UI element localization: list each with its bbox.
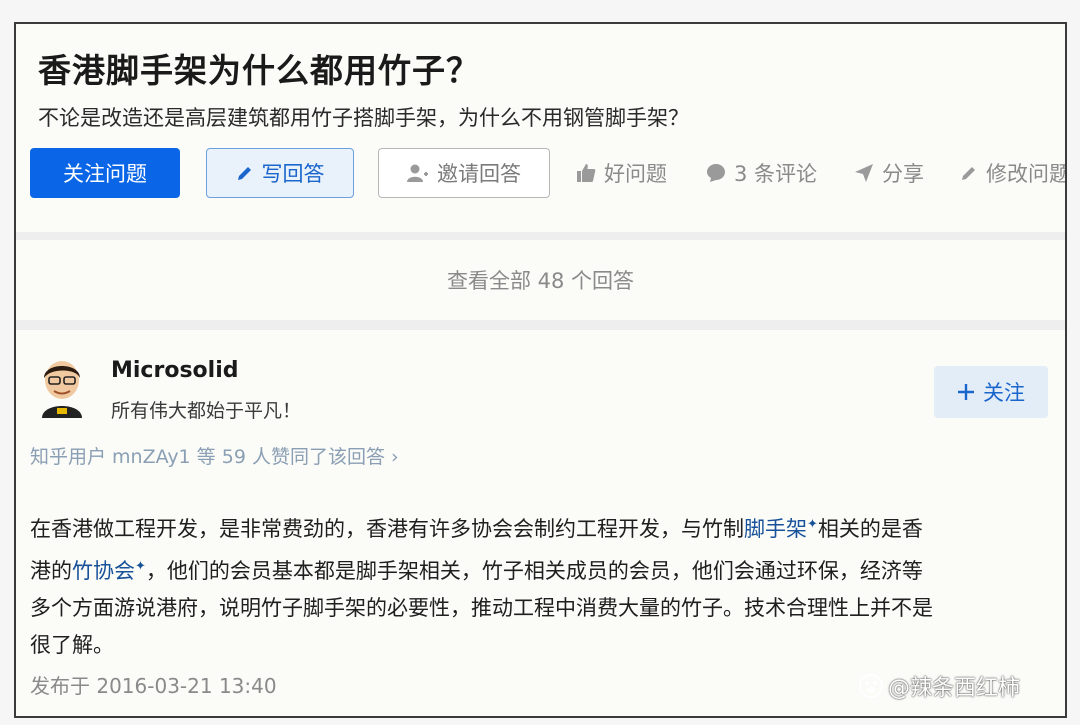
divider	[16, 232, 1065, 240]
answer-line: 很了解。	[30, 633, 114, 657]
divider	[16, 320, 1065, 330]
share-label: 分享	[882, 162, 924, 186]
voters-summary-link[interactable]: 知乎用户 mnZAy1 等 59 人赞同了该回答 ›	[30, 442, 399, 469]
follow-author-label: 关注	[983, 381, 1025, 405]
answer-line: 多个方面游说港府，说明竹子脚手架的必要性，推动工程中消费大量的竹子。技术合理性上…	[30, 596, 933, 620]
answer-line: 港的竹协会✦，他们的会员基本都是脚手架相关，竹子相关成员的会员，他们会通过环保，…	[30, 548, 1050, 590]
question-title[interactable]: 香港脚手架为什么都用竹子？	[38, 44, 480, 92]
pencil-icon	[960, 164, 978, 182]
author-bio: 所有伟大都始于平凡！	[111, 400, 302, 422]
question-card: 香港脚手架为什么都用竹子？ 不论是改造还是高层建筑都用竹子搭脚手架，为什么不用钢…	[16, 24, 1065, 232]
thumbs-up-icon	[576, 163, 596, 183]
write-answer-label: 写回答	[261, 162, 325, 186]
scaffold-link[interactable]: 脚手架	[744, 517, 807, 541]
share-button[interactable]: 分享	[854, 148, 924, 198]
answer-text: 在香港做工程开发，是非常费劲的，香港有许多协会会制约工程开发，与竹制	[30, 517, 744, 541]
edit-question-label: 修改问题	[986, 162, 1067, 186]
sparkle-icon: ✦	[807, 517, 818, 532]
invite-answer-button[interactable]: 邀请回答	[378, 148, 550, 198]
invite-answer-label: 邀请回答	[437, 162, 521, 186]
watermark: @辣条西红柿	[858, 670, 1020, 702]
comment-bubble-icon	[706, 163, 726, 183]
answer-text: 港的	[30, 559, 72, 583]
write-answer-button[interactable]: 写回答	[206, 148, 354, 198]
question-detail: 不论是改造还是高层建筑都用竹子搭脚手架，为什么不用钢管脚手架？	[38, 106, 689, 130]
watermark-text: @辣条西红柿	[888, 676, 1021, 701]
author-name[interactable]: Microsolid	[111, 358, 238, 383]
add-user-icon	[407, 163, 429, 183]
bamboo-association-link[interactable]: 竹协会	[72, 559, 135, 583]
avatar[interactable]	[36, 356, 88, 418]
answer-text: ，他们的会员基本都是脚手架相关，竹子相关成员的会员，他们会通过环保，经济等	[145, 559, 923, 583]
pencil-icon	[236, 164, 254, 182]
good-question-button[interactable]: 好问题	[576, 148, 667, 198]
good-question-label: 好问题	[604, 162, 667, 186]
answer-text: 相关的是香	[817, 517, 923, 541]
follow-author-button[interactable]: 关注	[934, 366, 1048, 418]
comments-label: 3 条评论	[734, 162, 818, 186]
answer-body: 在香港做工程开发，是非常费劲的，香港有许多协会会制约工程开发，与竹制脚手架✦相关…	[30, 506, 1050, 664]
answer-card: Microsolid 所有伟大都始于平凡！ 关注 知乎用户 mnZAy1 等 5…	[16, 330, 1065, 716]
plus-icon	[957, 383, 975, 401]
comments-button[interactable]: 3 条评论	[706, 148, 817, 198]
paper-plane-icon	[854, 163, 874, 183]
view-all-answers-link[interactable]: 查看全部 48 个回答	[16, 240, 1065, 320]
answer-line: 在香港做工程开发，是非常费劲的，香港有许多协会会制约工程开发，与竹制脚手架✦相关…	[30, 506, 1050, 548]
paw-logo-icon	[858, 673, 884, 699]
sparkle-icon: ✦	[135, 559, 146, 574]
edit-question-button[interactable]: 修改问题	[960, 148, 1067, 198]
screenshot-frame: 香港脚手架为什么都用竹子？ 不论是改造还是高层建筑都用竹子搭脚手架，为什么不用钢…	[14, 22, 1067, 718]
follow-question-button[interactable]: 关注问题	[30, 148, 180, 198]
published-time: 发布于 2016-03-21 13:40	[30, 674, 277, 698]
